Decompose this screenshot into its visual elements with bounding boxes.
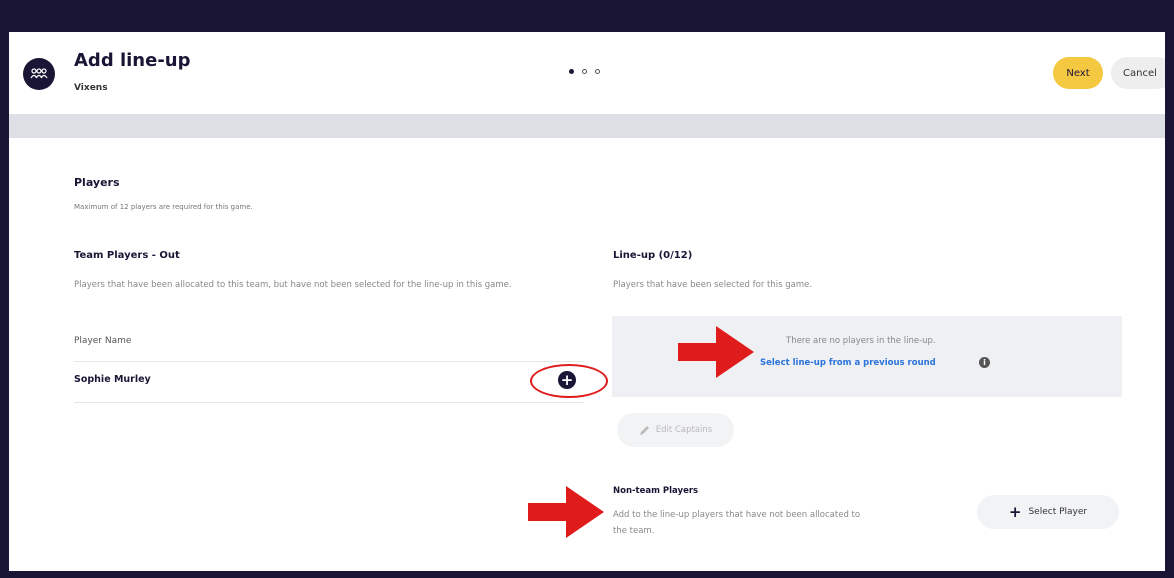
plus-icon: + xyxy=(1008,502,1022,521)
lineup-heading: Line-up (0/12) xyxy=(613,250,693,261)
edit-captains-label: Edit Captains xyxy=(655,425,713,435)
red-arrow-icon xyxy=(678,326,754,378)
team-icon xyxy=(30,68,48,79)
select-player-button[interactable]: + Select Player xyxy=(977,495,1119,529)
team-name: Vixens xyxy=(74,83,108,93)
step-indicator xyxy=(569,69,600,74)
step-dot-1 xyxy=(569,69,574,74)
non-team-description: Add to the line-up players that have not… xyxy=(613,510,861,536)
empty-lineup-text: There are no players in the line-up. xyxy=(786,336,936,346)
table-row-player-name: Sophie Murley xyxy=(74,374,151,385)
team-avatar xyxy=(23,58,55,90)
players-description: Maximum of 12 players are required for t… xyxy=(74,203,253,211)
cancel-button[interactable]: Cancel xyxy=(1111,57,1165,89)
step-dot-2 xyxy=(582,69,587,74)
select-player-label: Select Player xyxy=(1028,507,1088,517)
step-dot-3 xyxy=(595,69,600,74)
row-divider xyxy=(74,402,584,403)
non-team-heading: Non-team Players xyxy=(613,486,699,496)
team-out-heading: Team Players - Out xyxy=(74,250,180,261)
team-out-description: Players that have been allocated to this… xyxy=(74,280,512,290)
player-name-column-header: Player Name xyxy=(74,336,132,346)
page-title: Add line-up xyxy=(74,50,191,71)
edit-captains-button[interactable]: Edit Captains xyxy=(617,413,734,447)
previous-round-link[interactable]: Select line-up from a previous round xyxy=(760,358,936,368)
red-arrow-icon xyxy=(528,486,604,538)
divider-bar xyxy=(9,114,1165,138)
players-heading: Players xyxy=(74,176,120,189)
pencil-icon xyxy=(639,425,649,435)
info-icon[interactable]: i xyxy=(979,357,990,368)
lineup-description: Players that have been selected for this… xyxy=(613,280,813,290)
row-divider xyxy=(74,361,584,362)
app-frame: Add line-up Vixens Next Cancel Players M… xyxy=(9,32,1165,571)
next-button[interactable]: Next xyxy=(1053,57,1103,89)
annotation-circle xyxy=(530,364,608,398)
